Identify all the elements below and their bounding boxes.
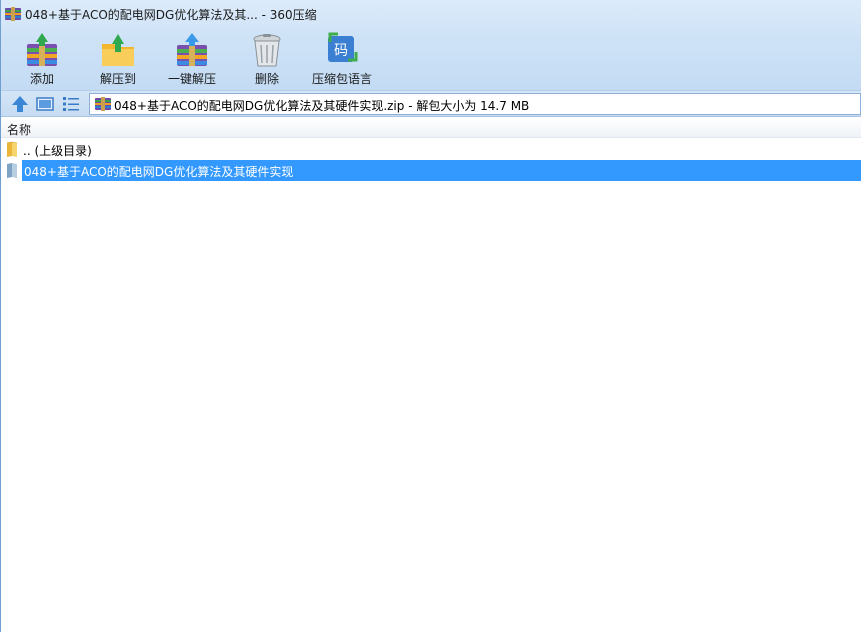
toolbar: 添加 解压到 一键解压 删除 码 压缩包语言 bbox=[1, 28, 861, 90]
folder-icon bbox=[6, 141, 18, 157]
delete-button[interactable]: 删除 bbox=[241, 28, 293, 88]
language-glyph: 码 bbox=[334, 43, 348, 59]
list-item-parent-dir[interactable]: .. (上级目录) bbox=[1, 139, 861, 160]
window-title: 048+基于ACO的配电网DG优化算法及其... - 360压缩 bbox=[25, 8, 317, 22]
trash-icon bbox=[253, 34, 281, 67]
window-chrome: 048+基于ACO的配电网DG优化算法及其... - 360压缩 添加 解压到 … bbox=[1, 0, 861, 90]
list-item-folder[interactable]: 048+基于ACO的配电网DG优化算法及其硬件实现 bbox=[1, 160, 861, 181]
archive-language-button[interactable]: 码 压缩包语言 bbox=[307, 28, 377, 88]
extract-to-label: 解压到 bbox=[99, 72, 136, 86]
one-click-extract-icon bbox=[177, 33, 207, 66]
address-bar: 048+基于ACO的配电网DG优化算法及其硬件实现.zip - 解包大小为 14… bbox=[1, 90, 861, 117]
archive-language-label: 压缩包语言 bbox=[311, 72, 372, 86]
add-button[interactable]: 添加 bbox=[15, 28, 69, 88]
one-click-extract-button[interactable]: 一键解压 bbox=[163, 28, 221, 88]
archive-app-icon bbox=[5, 7, 21, 21]
title-bar: 048+基于ACO的配电网DG优化算法及其... - 360压缩 bbox=[1, 0, 861, 28]
list-item-label: .. (上级目录) bbox=[23, 144, 92, 158]
up-arrow-icon[interactable] bbox=[10, 94, 30, 114]
folder-icon bbox=[7, 163, 17, 178]
column-name-label: 名称 bbox=[7, 123, 32, 137]
thumbnail-view-icon[interactable] bbox=[35, 94, 55, 114]
zip-file-icon bbox=[95, 97, 111, 111]
app-window: 048+基于ACO的配电网DG优化算法及其... - 360压缩 添加 解压到 … bbox=[0, 0, 861, 632]
extract-to-button[interactable]: 解压到 bbox=[89, 28, 147, 88]
one-click-extract-label: 一键解压 bbox=[167, 72, 216, 86]
list-item-label: 048+基于ACO的配电网DG优化算法及其硬件实现 bbox=[24, 165, 294, 179]
extract-folder-icon bbox=[102, 34, 134, 66]
path-field[interactable]: 048+基于ACO的配电网DG优化算法及其硬件实现.zip - 解包大小为 14… bbox=[89, 93, 861, 115]
add-label: 添加 bbox=[29, 72, 54, 86]
list-view-icon[interactable] bbox=[61, 94, 81, 114]
add-archive-icon bbox=[27, 33, 57, 66]
path-text: 048+基于ACO的配电网DG优化算法及其硬件实现.zip - 解包大小为 14… bbox=[114, 99, 530, 113]
file-list: 名称 .. (上级目录) 048+基于ACO的配电网DG优化算法及其硬件实现 bbox=[1, 118, 861, 632]
column-header-name[interactable]: 名称 bbox=[1, 118, 861, 138]
delete-label: 删除 bbox=[254, 72, 279, 86]
language-encoding-icon: 码 bbox=[328, 32, 358, 62]
